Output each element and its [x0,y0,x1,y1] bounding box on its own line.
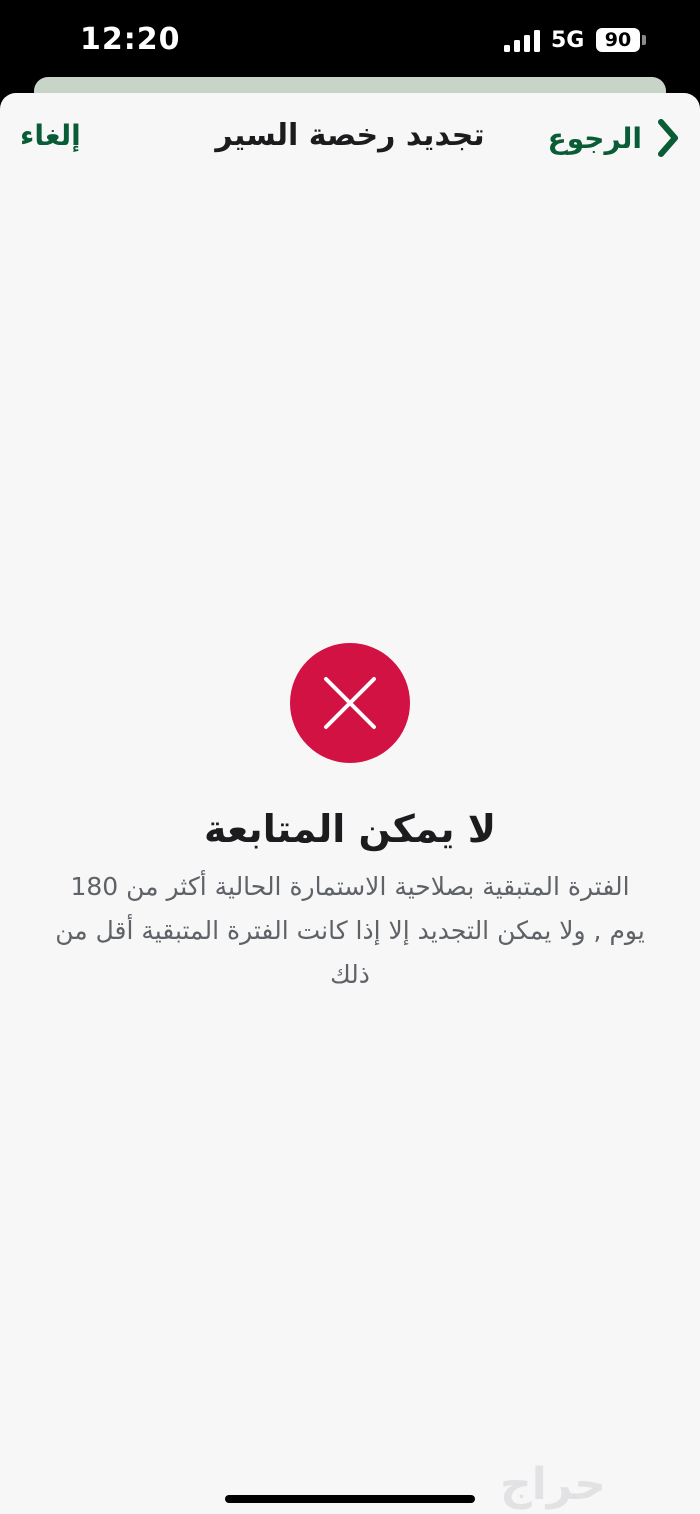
network-type-label: 5G [551,28,585,53]
status-bar: 12:20 5G 90 [0,0,700,80]
status-time: 12:20 [80,22,181,57]
signal-strength-icon [504,30,540,52]
close-icon [324,677,376,729]
battery-tip [642,35,646,45]
chevron-right-icon [658,119,678,157]
error-icon-circle [290,643,410,763]
battery-icon: 90 [596,28,640,52]
phone-screen: 12:20 5G 90 الرجوع تجديد رخصة السير إلغا… [0,0,700,1514]
modal-sheet: الرجوع تجديد رخصة السير إلغاء لا يمكن ال… [0,93,700,1514]
error-message: الفترة المتبقية بصلاحية الاستمارة الحالي… [55,872,645,989]
error-title: لا يمكن المتابعة [203,807,497,851]
home-indicator[interactable] [225,1495,475,1503]
cancel-button[interactable]: إلغاء [20,113,81,159]
back-button[interactable]: الرجوع [548,115,680,161]
watermark-logo: حراج [500,1459,606,1510]
page-title: تجديد رخصة السير [215,118,485,153]
back-button-label: الرجوع [547,121,642,155]
